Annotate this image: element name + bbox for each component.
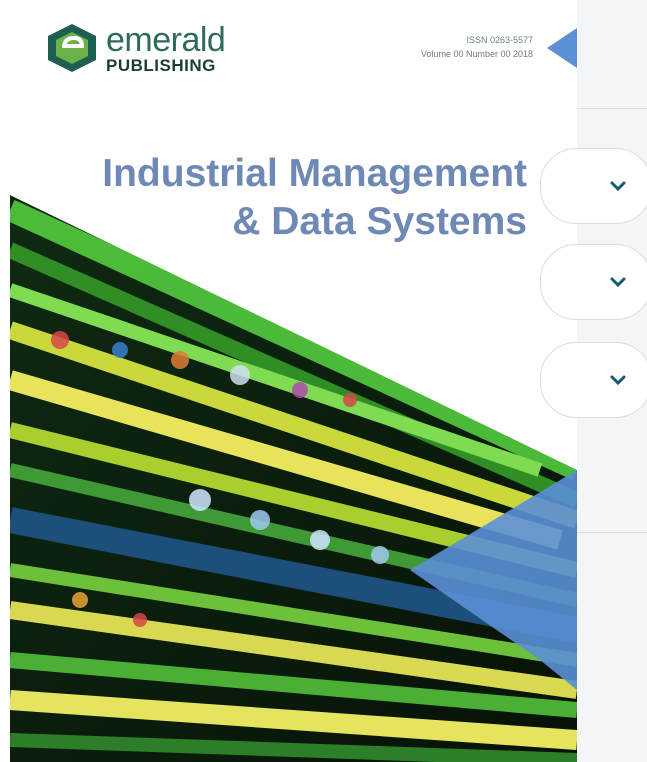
volume-text: Volume 00 Number 00 2018 <box>420 48 533 59</box>
issn-text: ISSN 0263-5577 <box>466 35 533 45</box>
chevron-down-icon <box>610 375 626 386</box>
journal-title-line2: & Data Systems <box>232 200 527 243</box>
journal-title-line1: Industrial Management <box>102 152 527 195</box>
publisher-logo: emerald PUBLISHING <box>44 20 226 75</box>
journal-cover[interactable]: emerald PUBLISHING ISSN 0263-5577 Volume… <box>0 0 577 762</box>
panel-divider <box>577 108 647 109</box>
emerald-logo-icon <box>48 24 96 72</box>
accordion-item-1[interactable] <box>540 148 647 224</box>
journal-title: Industrial Management & Data Systems <box>102 150 527 246</box>
cover-artwork <box>0 0 577 762</box>
issn-block: ISSN 0263-5577 Volume 00 Number 00 2018 <box>421 34 533 61</box>
accordion-item-2[interactable] <box>540 244 647 320</box>
back-arrow-icon[interactable] <box>547 28 577 68</box>
panel-divider <box>577 532 647 533</box>
chevron-down-icon <box>610 181 626 192</box>
accordion-item-3[interactable] <box>540 342 647 418</box>
publisher-sub: PUBLISHING <box>106 55 216 75</box>
publisher-name: emerald <box>106 20 226 59</box>
chevron-down-icon <box>610 277 626 288</box>
